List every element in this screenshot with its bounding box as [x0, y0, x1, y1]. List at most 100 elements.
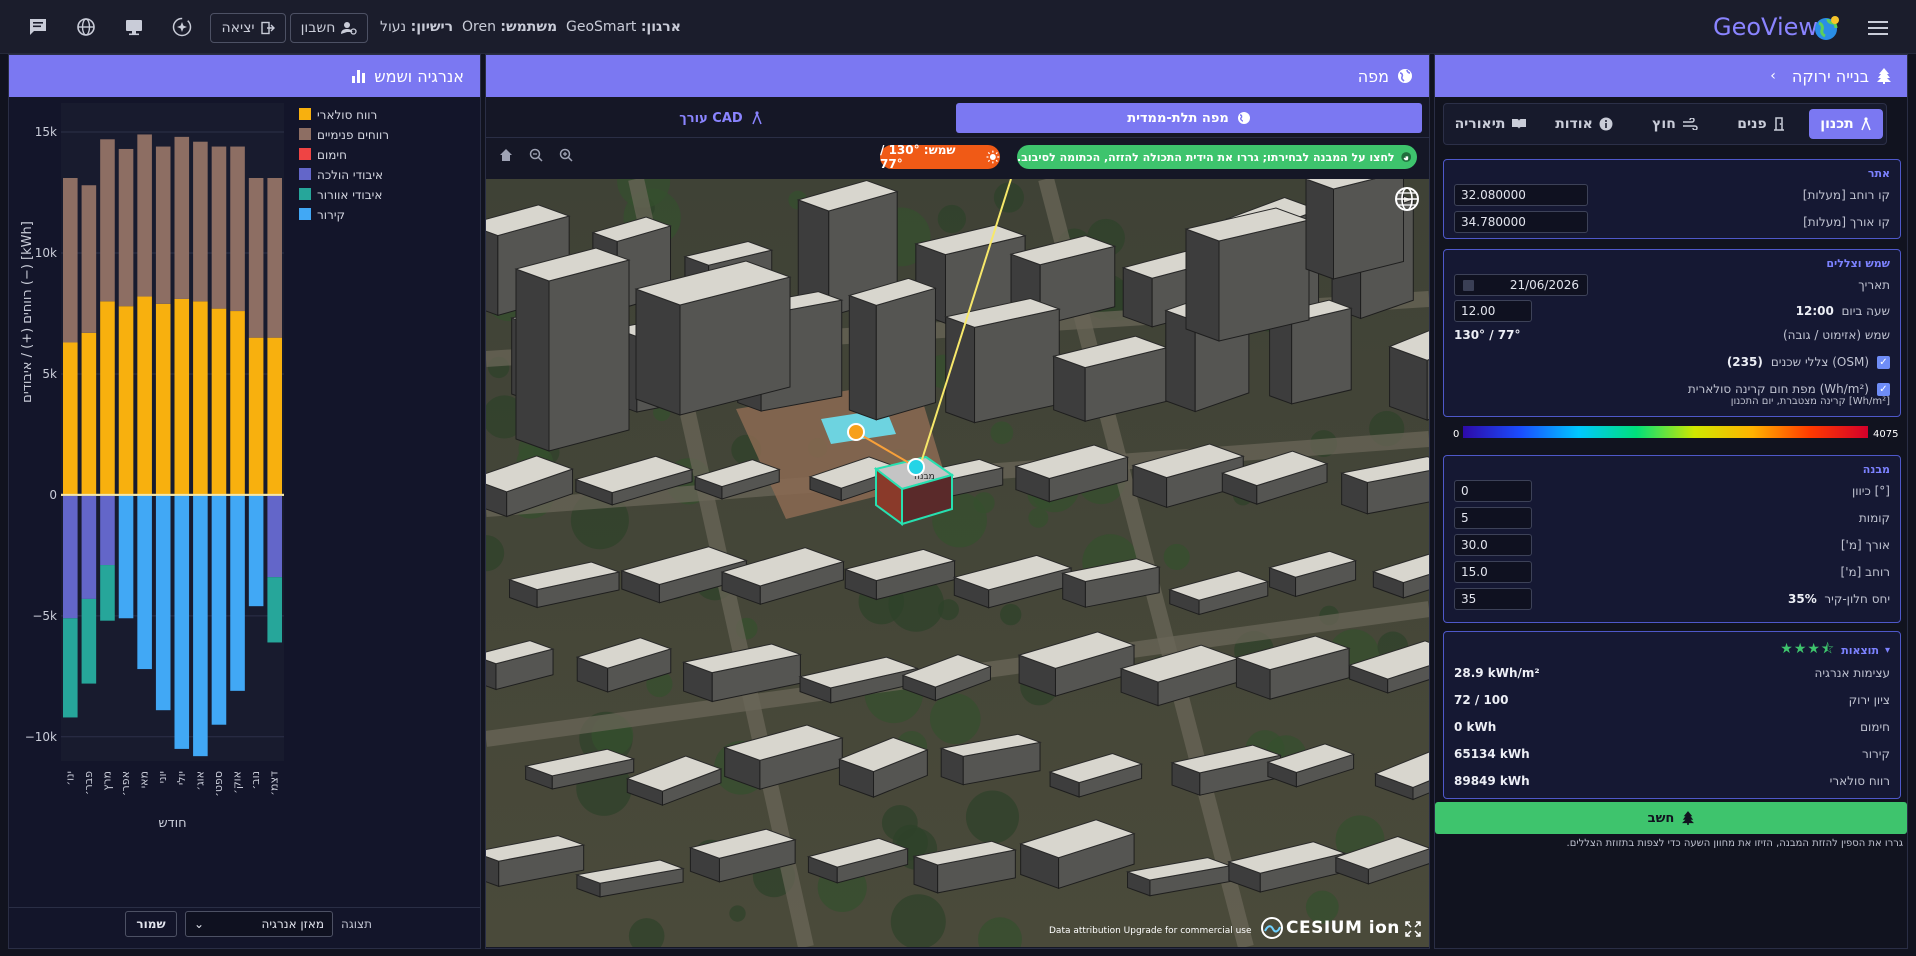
length-label: אורך [מ']	[1840, 538, 1890, 552]
results-header[interactable]: ★★★⯪ תוצאות ▾	[1780, 638, 1890, 662]
x-tick-label: יולי	[175, 771, 188, 785]
rating-stars: ★★★⯪	[1780, 641, 1836, 657]
lat-label: קו רוחב [מעלות]	[1802, 188, 1890, 202]
tab-theory[interactable]: תיאוריה	[1448, 109, 1534, 139]
floors-input[interactable]: 5	[1454, 507, 1532, 529]
bar-segment	[211, 308, 227, 495]
tree-cluster	[965, 790, 1020, 844]
top-bar: יציאה חשבון ארגון: GeoSmart משתמש: Oren …	[0, 0, 1916, 54]
session-info: ארגון: GeoSmart משתמש: Oren רישיון: נעול	[380, 19, 681, 35]
sunpos-row: 130° / 77° שמש (אזימוט / גובה)	[1454, 324, 1890, 346]
hamburger-menu-icon[interactable]	[1864, 14, 1892, 42]
shadow-label: צללי שכנים (OSM)	[1770, 355, 1869, 369]
width-label: רוחב [מ']	[1840, 565, 1890, 579]
chat-icon[interactable]	[24, 13, 52, 41]
tab-exterior[interactable]: חוץ	[1640, 109, 1710, 139]
building-card: מבנה 0 כיוון [°] 5 קומות 30.0 אורך [מ'] …	[1443, 455, 1901, 623]
fullscreen-icon[interactable]	[1403, 919, 1423, 939]
tab-about[interactable]: אודות	[1544, 109, 1624, 139]
radiation-color-scale	[1463, 426, 1868, 438]
tab-planning[interactable]: תכנון	[1809, 109, 1883, 139]
info-banner-text: לחצו על המבנה לבחירתו; גררו את הידית התכ…	[1017, 150, 1395, 164]
date-row: 21/06/2026 תאריך	[1454, 274, 1890, 296]
building-face	[1291, 307, 1352, 405]
globe-view-icon[interactable]	[1393, 185, 1421, 213]
y-tick-label: 10k	[35, 246, 57, 260]
shadow-checkbox[interactable]: ✓	[1877, 355, 1890, 369]
result-value: 28.9 kWh/m²	[1454, 666, 1540, 680]
tab-cad-editor[interactable]: עורך CAD	[646, 103, 796, 133]
monitor-icon[interactable]	[120, 13, 148, 41]
tab-3d-map[interactable]: מפה תלת-ממדית	[956, 103, 1422, 133]
account-label: חשבון	[300, 20, 336, 36]
cesium-3d-map[interactable]: מבנה	[486, 179, 1429, 947]
language-globe-icon[interactable]	[72, 13, 100, 41]
account-button[interactable]: חשבון	[290, 13, 368, 43]
width-input[interactable]: 15.0	[1454, 561, 1532, 583]
shadow-count: (235)	[1726, 355, 1763, 369]
wwr-input[interactable]: 35	[1454, 588, 1532, 610]
lat-input[interactable]: 32.080000	[1454, 184, 1588, 206]
display-select[interactable]: ⌄ מאזן אנרגיה	[185, 911, 333, 937]
x-axis-label: חודש	[158, 816, 186, 831]
info-banner: לחצו על המבנה לבחירתו; גררו את הידית התכ…	[1017, 145, 1417, 169]
main-tabs: תכנון פנים חוץ אודות תיאוריה	[1443, 103, 1887, 145]
tree-icon	[1682, 811, 1695, 825]
bar-segment	[174, 136, 190, 299]
bar-segment	[267, 577, 282, 643]
y-axis-label: רווחים (+) / איבודים (−) [kWh]	[20, 221, 35, 403]
move-handle[interactable]	[907, 458, 925, 476]
zoom-out-icon[interactable]	[526, 145, 546, 165]
map-attribution[interactable]: Data attribution Upgrade for commercial …	[1049, 926, 1252, 936]
tab-cad-label: עורך CAD	[679, 110, 743, 126]
energy-balance-chart: −10k −5k 0 5k 10k 15k ינו׳ פבר׳ מרץ אפר׳ מאי יוני יו…	[20, 103, 389, 831]
zoom-in-icon[interactable]	[556, 145, 576, 165]
bar-segment	[248, 494, 264, 607]
x-tick-label: מאי	[138, 771, 151, 788]
building-face	[1185, 228, 1220, 342]
save-button[interactable]: שמור	[125, 911, 177, 937]
green-building-title: בנייה ירוקה	[1791, 66, 1869, 86]
legend-swatch	[299, 128, 311, 140]
x-tick-label: יוני	[156, 771, 169, 783]
scale-max: 4075	[1873, 429, 1899, 440]
time-display: 12:00	[1795, 304, 1834, 318]
bar-segment	[100, 301, 115, 495]
chevron-left-icon[interactable]: ‹	[1770, 68, 1776, 84]
scale-label: קרינה מצטברת, יום התכנון [Wh/m²]	[1730, 396, 1890, 407]
ai-sparkle-icon[interactable]	[168, 13, 196, 41]
heatmap-checkbox[interactable]: ✓	[1877, 382, 1890, 396]
logout-button[interactable]: יציאה	[210, 13, 286, 43]
home-view-icon[interactable]	[496, 145, 516, 165]
result-row-eui: 28.9 kWh/m² עצימות אנרגיה	[1454, 662, 1890, 684]
bar-segment	[248, 337, 264, 495]
caret-down-icon: ▾	[1884, 644, 1890, 656]
bar-segment	[155, 146, 171, 304]
tree-cluster	[890, 894, 946, 947]
bar-segment	[63, 494, 78, 619]
bar-segment	[63, 342, 78, 495]
length-input[interactable]: 30.0	[1454, 534, 1532, 556]
orient-input[interactable]: 0	[1454, 480, 1532, 502]
result-value: 72 / 100	[1454, 693, 1509, 707]
result-row-cooling: 65134 kWh קירור	[1454, 743, 1890, 765]
bar-segment	[193, 301, 208, 495]
lat-row: 32.080000 קו רוחב [מעלות]	[1454, 184, 1890, 206]
org-label: ארגון:	[640, 19, 681, 35]
door-icon	[1773, 117, 1784, 131]
bar-segment	[211, 494, 227, 725]
date-input[interactable]: 21/06/2026	[1454, 274, 1588, 296]
tab-interior[interactable]: פנים	[1726, 109, 1796, 139]
book-icon	[1512, 119, 1527, 129]
calendar-icon[interactable]	[1463, 279, 1474, 291]
rotate-handle[interactable]	[847, 423, 865, 441]
calculate-button[interactable]: חשב	[1435, 802, 1907, 834]
tab-exterior-label: חוץ	[1652, 116, 1676, 132]
energy-panel: אנרגיה ושמש −10k −5k 0 5k 10k 15k ינו׳ פבר׳ מרץ א…	[8, 54, 481, 949]
bar-segment	[137, 296, 152, 495]
time-input[interactable]: 12.00	[1454, 300, 1532, 322]
lon-input[interactable]: 34.780000	[1454, 211, 1588, 233]
y-tick-label: 15k	[35, 125, 57, 139]
x-tick-label: ינו׳	[63, 771, 76, 785]
result-label: חימום	[1860, 720, 1890, 734]
